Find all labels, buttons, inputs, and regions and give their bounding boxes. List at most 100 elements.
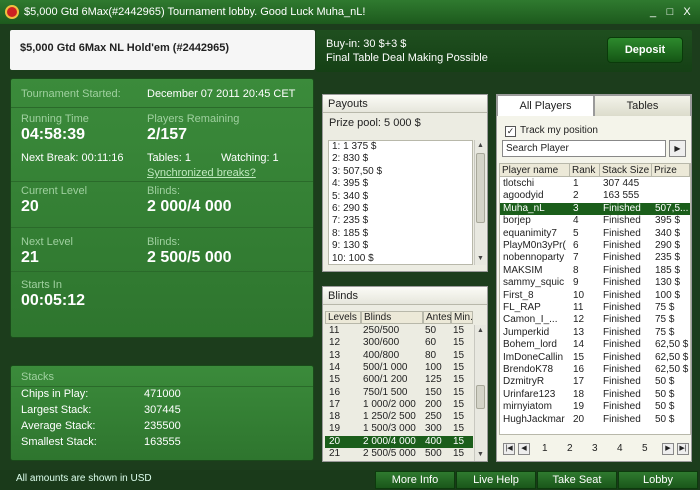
close-button[interactable]: X (680, 5, 694, 19)
next-break: Next Break: 00:11:16 (21, 152, 124, 164)
blinds-cell: 14 (329, 361, 341, 373)
player-row[interactable]: ImDoneCallin 15 Finished 62,50 $ (500, 352, 690, 364)
minimize-button[interactable]: _ (646, 5, 660, 19)
player-row[interactable]: Jumperkid 13 Finished 75 $ (500, 327, 690, 339)
player-row[interactable]: Camon_I_... 12 Finished 75 $ (500, 314, 690, 326)
tab-all-players[interactable]: All Players (497, 95, 594, 116)
payout-scrollbar[interactable]: ▲ ▼ (474, 140, 486, 265)
column-header[interactable]: Prize (652, 164, 690, 177)
live-help-button[interactable]: Live Help (456, 471, 536, 489)
deposit-button[interactable]: Deposit (607, 37, 683, 63)
player-cell: 50 $ (655, 401, 675, 413)
starts-in-value: 00:05:12 (21, 292, 86, 309)
blinds-cell: 15 (453, 325, 465, 336)
blinds-row[interactable]: 12 300/600 60 15 (325, 337, 473, 349)
column-header[interactable]: Rank (570, 164, 600, 177)
player-row[interactable]: agoodyid 2 163 555 (500, 190, 690, 202)
player-cell: 235 $ (655, 252, 681, 264)
player-row[interactable]: sammy_squic 9 Finished 130 $ (500, 277, 690, 289)
column-header[interactable]: Blinds (361, 311, 423, 324)
blinds-row[interactable]: 19 1 500/3 000 300 15 (325, 423, 473, 435)
scroll-thumb[interactable] (476, 153, 485, 223)
player-row[interactable]: borjep 4 Finished 395 $ (500, 215, 690, 227)
player-row[interactable]: FL_RAP 11 Finished 75 $ (500, 302, 690, 314)
blinds-cell: 15 (453, 361, 465, 373)
player-row[interactable]: PlayM0n3yPr(6 Finished 290 $ (500, 240, 690, 252)
lobby-button[interactable]: Lobby (618, 471, 698, 489)
scroll-up-icon[interactable]: ▲ (475, 140, 486, 152)
tab-tables[interactable]: Tables (594, 95, 691, 116)
blinds-cell: 300 (425, 423, 442, 435)
take-seat-button[interactable]: Take Seat (537, 471, 617, 489)
current-level-value: 20 (21, 198, 39, 215)
player-row[interactable]: Bohem_lord 14 Finished 62,50 $ (500, 339, 690, 351)
player-row[interactable]: Urinfare123 18 Finished 50 $ (500, 389, 690, 401)
player-cell: tlotschi (503, 178, 535, 189)
last-page-icon[interactable]: ▶| (677, 443, 689, 455)
search-arrow-icon[interactable]: ▶ (669, 140, 686, 157)
player-row[interactable]: equanimity7 5 Finished 340 $ (500, 228, 690, 240)
blinds-row[interactable]: 21 2 500/5 000 500 15 (325, 448, 473, 460)
running-time-label: Running Time (21, 113, 89, 125)
blinds-row[interactable]: 20 2 000/4 000 400 15 (325, 435, 473, 448)
more-info-button[interactable]: More Info (375, 471, 455, 489)
player-cell: equanimity7 (503, 227, 557, 239)
largest-stack-label: Largest Stack: (21, 404, 92, 416)
player-row[interactable]: tlotschi 1 307 445 (500, 178, 690, 190)
blinds-panel: Blinds Levels Blinds Antes Min. 11 250/50… (322, 286, 488, 462)
column-header[interactable]: Player name (500, 164, 570, 177)
blinds-row[interactable]: 18 1 250/2 500 250 15 (325, 411, 473, 423)
scroll-down-icon[interactable]: ▼ (475, 449, 486, 461)
first-page-icon[interactable]: |◀ (503, 443, 515, 455)
column-header[interactable]: Antes (423, 311, 452, 324)
column-header[interactable]: Stack Size (600, 164, 652, 177)
synchronized-breaks-link[interactable]: Synchronized breaks? (147, 167, 256, 179)
scroll-thumb[interactable] (476, 385, 485, 409)
next-page-icon[interactable]: ▶ (662, 443, 674, 455)
page-link[interactable]: 1 (542, 443, 548, 454)
running-time-value: 04:58:39 (21, 126, 86, 143)
player-row[interactable]: Muha_nL 3 Finished 507,5... (500, 202, 690, 216)
blinds-row[interactable]: 15 600/1 200 125 15 (325, 374, 473, 386)
blinds-cell: 15 (453, 386, 465, 398)
player-row[interactable]: mirnyiatom 19 Finished 50 $ (500, 401, 690, 413)
player-cell: 13 (573, 326, 585, 338)
scroll-up-icon[interactable]: ▲ (475, 325, 486, 337)
search-player-input[interactable]: Search Player (502, 140, 666, 157)
page-link[interactable]: 2 (567, 443, 573, 454)
player-row[interactable]: First_8 10 Finished 100 $ (500, 290, 690, 302)
page-link[interactable]: 4 (617, 443, 623, 454)
player-row[interactable]: nobennoparty 7 Finished 235 $ (500, 252, 690, 264)
player-cell: 10 (573, 289, 585, 301)
maximize-button[interactable]: □ (663, 5, 677, 19)
column-header[interactable]: Min. (451, 311, 473, 324)
scroll-down-icon[interactable]: ▼ (475, 253, 486, 265)
blinds-row[interactable]: 14 500/1 000 100 15 (325, 362, 473, 374)
blinds-row[interactable]: 13 400/800 80 15 (325, 350, 473, 362)
blinds-cell: 300/600 (363, 337, 400, 349)
player-row[interactable]: HughJackmar 20 Finished 50 $ (500, 414, 690, 426)
tournament-info-panel: Tournament Started: December 07 2011 20:… (10, 78, 314, 338)
player-row[interactable]: BrendoK78 16 Finished 62,50 $ (500, 364, 690, 376)
player-row[interactable]: MAKSIM 8 Finished 185 $ (500, 265, 690, 277)
column-header[interactable]: Levels (325, 311, 361, 324)
blinds-scrollbar[interactable]: ▲ ▼ (474, 325, 486, 461)
page-link[interactable]: 3 (592, 443, 598, 454)
player-row[interactable]: DzmitryR 17 Finished 50 $ (500, 376, 690, 388)
payout-item: 10: 100 $ (332, 252, 374, 264)
blinds-cell: 400 (425, 435, 442, 447)
divider (11, 386, 313, 387)
blinds-cell: 400/800 (363, 349, 400, 361)
player-cell: borjep (503, 215, 531, 227)
prev-page-icon[interactable]: ◀ (518, 443, 530, 455)
page-link[interactable]: 5 (642, 443, 648, 454)
blinds-cell: 1 250/2 500 (363, 411, 416, 423)
player-cell: Finished (603, 277, 641, 289)
player-cell: 1 (573, 178, 579, 189)
blinds-row[interactable]: 11 250/500 50 15 (325, 325, 473, 337)
track-position-checkbox[interactable]: ✓ (505, 126, 516, 137)
payout-list[interactable]: 1: 1 375 $2: 830 $3: 507,50 $4: 395 $5: … (328, 140, 473, 265)
players-table: Player name Rank Stack Size Prize tlotsc… (499, 163, 691, 435)
blinds-row[interactable]: 16 750/1 500 150 15 (325, 387, 473, 399)
blinds-row[interactable]: 17 1 000/2 000 200 15 (325, 399, 473, 411)
